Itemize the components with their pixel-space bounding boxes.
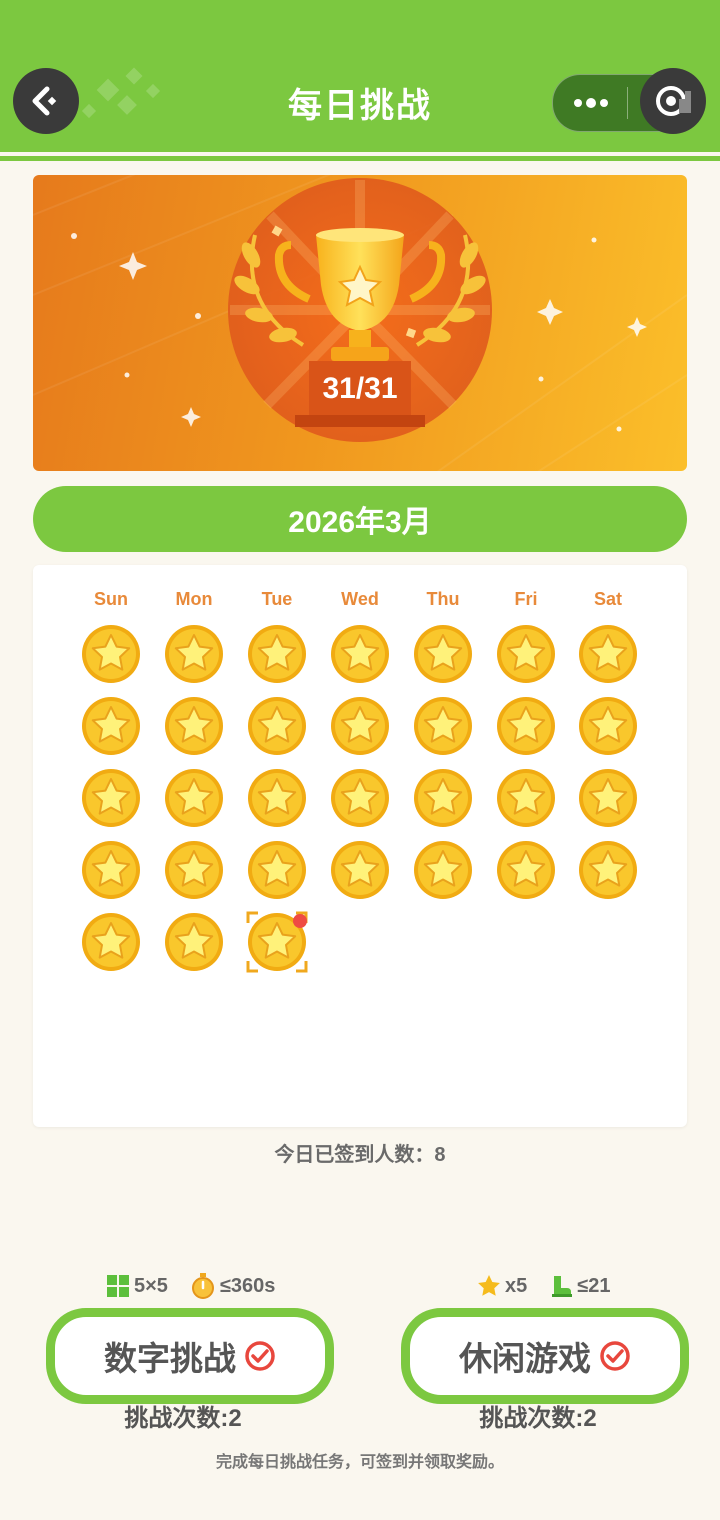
day-coin-15[interactable] [81, 768, 141, 828]
time-limit-text: ≤360s [219, 1274, 276, 1297]
challenge-2-meta: x5 ≤21 [477, 1270, 632, 1302]
day-coin-2[interactable] [164, 624, 224, 684]
star-coin-icon [414, 697, 472, 755]
day-coin-7[interactable] [578, 624, 638, 684]
star-coin-icon [165, 841, 223, 899]
star-coin-icon [497, 625, 555, 683]
progress-count: 31/31 [322, 372, 398, 405]
weekday-mon: Mon [175, 589, 213, 609]
star-coin-icon [414, 625, 472, 683]
number-challenge-button[interactable]: 数字挑战 [46, 1308, 334, 1404]
day-coin-23[interactable] [164, 840, 224, 900]
star-coin-icon [414, 769, 472, 827]
weekday-tue: Tue [261, 589, 293, 609]
star-coin-icon [82, 769, 140, 827]
star-coin-icon [165, 769, 223, 827]
star-coin-icon [497, 841, 555, 899]
day-coin-12[interactable] [413, 696, 473, 756]
casual-game-label: 休闲游戏 [459, 1340, 591, 1377]
weekday-sat: Sat [593, 589, 622, 609]
timer-icon [191, 1273, 214, 1299]
star-coin-icon [82, 841, 140, 899]
day-coin-20[interactable] [496, 768, 556, 828]
today-badge-dot [293, 914, 307, 928]
weekday-wed: Wed [341, 589, 379, 609]
weekday-thu: Thu [426, 589, 460, 609]
star-count-text: x5 [505, 1274, 528, 1297]
star-coin-icon [82, 697, 140, 755]
day-coin-26[interactable] [413, 840, 473, 900]
capsule-divider [627, 87, 628, 119]
step-limit-text: ≤21 [577, 1274, 611, 1297]
day-coin-21[interactable] [578, 768, 638, 828]
star-coin-icon [579, 841, 637, 899]
star-coin-icon [331, 697, 389, 755]
grid-icon [107, 1275, 129, 1297]
weekday-sun: Sun [94, 589, 128, 609]
day-coin-30[interactable] [164, 912, 224, 972]
star-coin-icon [331, 625, 389, 683]
day-coin-8[interactable] [81, 696, 141, 756]
close-button[interactable] [640, 68, 706, 134]
star-coin-icon [165, 913, 223, 971]
day-coin-13[interactable] [496, 696, 556, 756]
header-divider [0, 156, 720, 161]
star-icon [478, 1275, 500, 1296]
number-challenge-count: 挑战次数:2 [124, 1405, 242, 1432]
day-coin-17[interactable] [247, 768, 307, 828]
day-coin-25[interactable] [330, 840, 390, 900]
star-coin-icon [331, 769, 389, 827]
star-coin-icon [497, 697, 555, 755]
star-coin-icon [165, 697, 223, 755]
more-dots-icon[interactable] [571, 89, 611, 117]
star-coin-icon [579, 697, 637, 755]
day-coin-5[interactable] [413, 624, 473, 684]
star-coin-icon [579, 625, 637, 683]
star-coin-icon [579, 769, 637, 827]
star-coin-icon [248, 841, 306, 899]
day-coin-10[interactable] [247, 696, 307, 756]
day-coin-28[interactable] [578, 840, 638, 900]
grid-size-text: 5×5 [134, 1274, 168, 1297]
day-coin-16[interactable] [164, 768, 224, 828]
casual-game-count: 挑战次数:2 [479, 1405, 597, 1432]
weekday-fri: Fri [514, 589, 538, 609]
day-coin-27[interactable] [496, 840, 556, 900]
month-label: 2026年3月 [33, 486, 687, 552]
day-coin-3[interactable] [247, 624, 307, 684]
challenge-1-meta: 5×5 ≤360s [106, 1270, 297, 1302]
day-coin-4[interactable] [330, 624, 390, 684]
day-coin-29[interactable] [81, 912, 141, 972]
day-coin-14[interactable] [578, 696, 638, 756]
check-circle-icon [600, 1341, 630, 1371]
star-coin-icon [331, 841, 389, 899]
day-coin-11[interactable] [330, 696, 390, 756]
star-coin-icon [82, 625, 140, 683]
casual-game-button[interactable]: 休闲游戏 [401, 1308, 689, 1404]
star-coin-icon [497, 769, 555, 827]
day-coin-18[interactable] [330, 768, 390, 828]
trophy-illustration [33, 175, 687, 471]
footer-hint: 完成每日挑战任务，可签到并领取奖励。 [215, 1454, 504, 1471]
day-coin-22[interactable] [81, 840, 141, 900]
day-coin-24[interactable] [247, 840, 307, 900]
boot-icon [552, 1276, 573, 1297]
target-icon [656, 86, 691, 116]
star-coin-icon [248, 769, 306, 827]
signed-in-count: 今日已签到人数：8 [274, 1144, 446, 1166]
day-coin-9[interactable] [164, 696, 224, 756]
day-coin-1[interactable] [81, 624, 141, 684]
day-coin-19[interactable] [413, 768, 473, 828]
star-coin-icon [165, 625, 223, 683]
day-coin-6[interactable] [496, 624, 556, 684]
star-coin-icon [414, 841, 472, 899]
trophy-banner [33, 175, 687, 471]
number-challenge-label: 数字挑战 [104, 1340, 236, 1377]
star-coin-icon [248, 625, 306, 683]
star-coin-icon [82, 913, 140, 971]
checkin-calendar: Sun Mon Tue Wed Thu Fri Sat [33, 565, 687, 1127]
check-circle-icon [245, 1341, 275, 1371]
star-coin-icon [248, 697, 306, 755]
